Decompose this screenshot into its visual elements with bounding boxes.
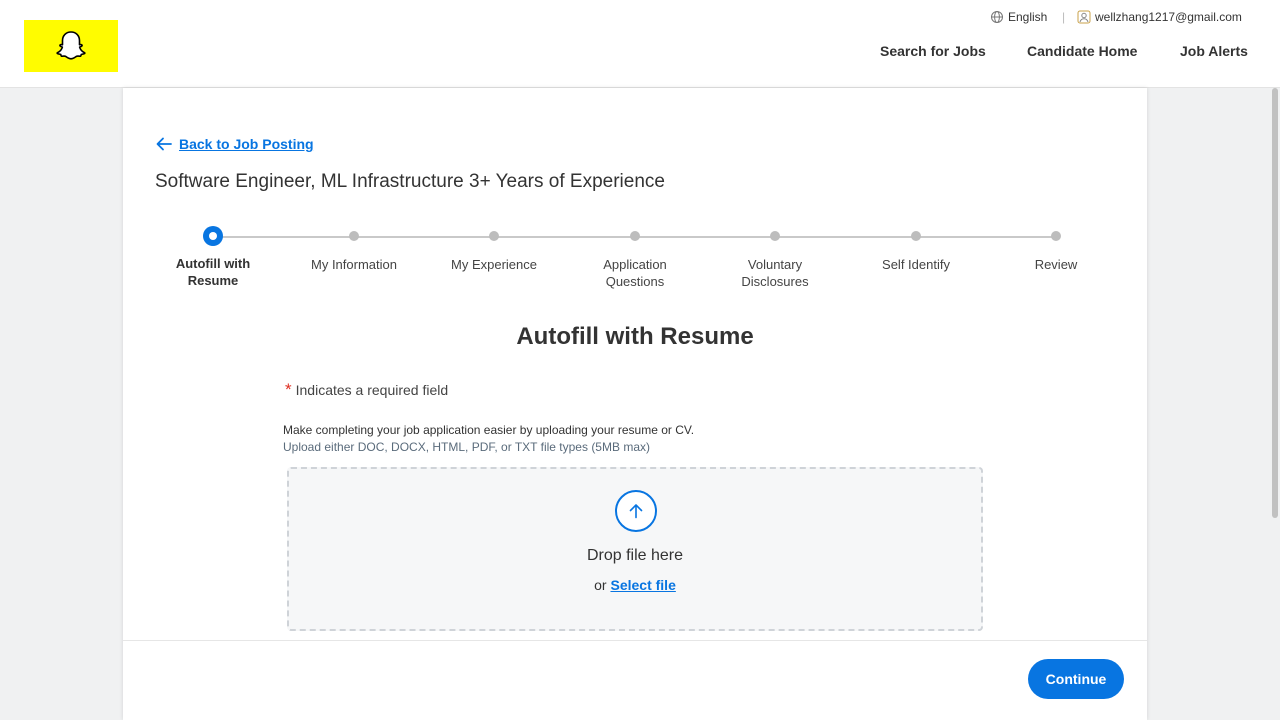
step-label: My Information — [311, 257, 397, 272]
step-indicator — [770, 231, 780, 241]
step-indicator — [630, 231, 640, 241]
step-label: Autofill with Resume — [175, 256, 251, 288]
globe-icon — [990, 10, 1004, 24]
snapchat-ghost-icon — [56, 31, 86, 60]
step-my-experience: My Experience — [434, 226, 554, 273]
candidate-home-link[interactable]: Candidate Home — [1027, 43, 1137, 59]
scrollbar-thumb[interactable] — [1272, 88, 1278, 518]
back-navigation: Back to Job Posting — [155, 136, 314, 152]
back-to-job-posting-link[interactable]: Back to Job Posting — [179, 136, 314, 152]
language-label[interactable]: English — [1008, 10, 1047, 24]
page-scrollbar[interactable] — [1270, 88, 1280, 720]
user-icon — [1077, 10, 1091, 24]
file-type-hint: Upload either DOC, DOCX, HTML, PDF, or T… — [283, 440, 650, 454]
header-divider: | — [1062, 10, 1066, 24]
step-application-questions: Application Questions — [575, 226, 695, 290]
search-jobs-link[interactable]: Search for Jobs — [880, 43, 986, 59]
step-voluntary-disclosures: Voluntary Disclosures — [715, 226, 835, 290]
user-account-menu[interactable]: wellzhang1217@gmail.com — [1077, 10, 1242, 24]
form-footer: Continue — [123, 640, 1147, 720]
upload-description: Make completing your job application eas… — [283, 423, 695, 437]
step-label: My Experience — [451, 257, 537, 272]
application-card: Back to Job Posting Software Engineer, M… — [123, 88, 1147, 720]
company-logo[interactable] — [24, 20, 118, 72]
step-current-indicator — [203, 226, 223, 246]
job-title: Software Engineer, ML Infrastructure 3+ … — [155, 171, 665, 192]
step-indicator — [349, 231, 359, 241]
required-note-text: Indicates a required field — [295, 382, 449, 398]
step-label: Application Questions — [603, 257, 667, 289]
step-self-identify: Self Identify — [856, 226, 976, 273]
upload-button[interactable] — [615, 490, 657, 532]
arrow-left-icon[interactable] — [155, 136, 173, 152]
arrow-up-icon — [629, 504, 643, 519]
continue-button[interactable]: Continue — [1028, 659, 1124, 699]
step-autofill-with-resume: Autofill with Resume — [153, 226, 273, 289]
step-label: Review — [1034, 257, 1078, 272]
step-indicator — [911, 231, 921, 241]
step-my-information: My Information — [294, 226, 414, 273]
section-title: Autofill with Resume — [516, 323, 754, 350]
required-field-note: * Indicates a required field — [285, 380, 448, 400]
step-label: Voluntary Disclosures — [741, 257, 809, 289]
language-selector[interactable]: English — [990, 10, 1047, 24]
resume-dropzone[interactable]: Drop file here or Select file — [287, 467, 983, 631]
job-alerts-link[interactable]: Job Alerts — [1180, 43, 1248, 59]
or-label: or — [594, 577, 607, 593]
user-email[interactable]: wellzhang1217@gmail.com — [1095, 10, 1242, 24]
drop-file-label: Drop file here — [586, 547, 684, 564]
step-review: Review — [996, 226, 1116, 273]
required-asterisk: * — [285, 380, 292, 399]
select-file-row: or Select file — [289, 577, 981, 593]
progress-stepper: Autofill with Resume My Information My E… — [123, 226, 1147, 296]
step-indicator — [1051, 231, 1061, 241]
select-file-link[interactable]: Select file — [610, 577, 675, 593]
top-header: English | wellzhang1217@gmail.com Search… — [0, 0, 1280, 88]
step-indicator — [489, 231, 499, 241]
step-label: Self Identify — [882, 257, 950, 272]
